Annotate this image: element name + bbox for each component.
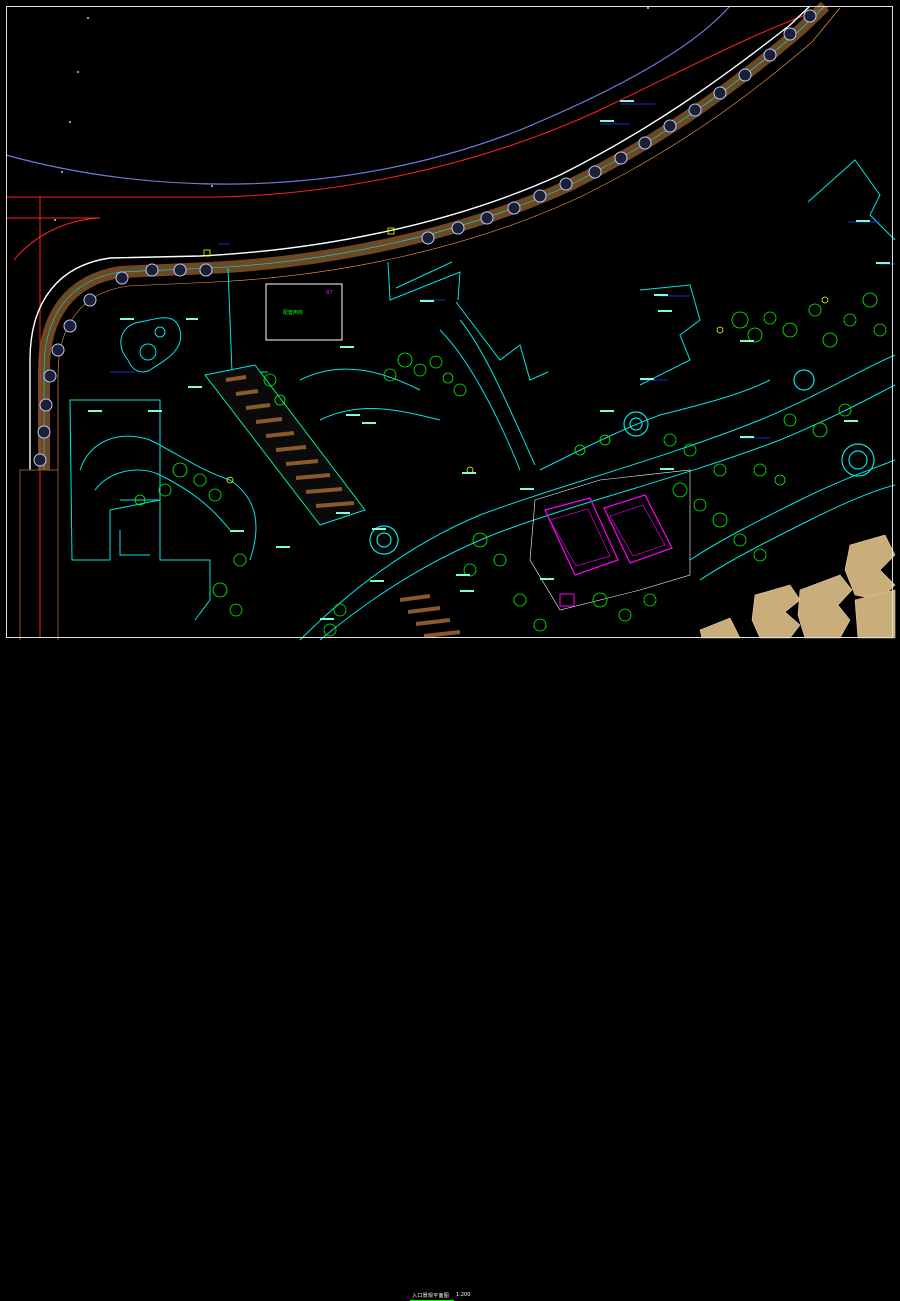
circular-plaza xyxy=(120,317,182,373)
lower-paved-strip xyxy=(399,594,461,638)
small-roundabouts xyxy=(369,369,875,555)
drawing-scale: 1:200 xyxy=(456,1292,471,1298)
cad-viewport[interactable]: 配套用房 B7 xyxy=(0,0,900,666)
sport-courts xyxy=(529,469,691,611)
planting-clusters xyxy=(134,292,887,637)
street-trees xyxy=(33,9,817,467)
annotation-tags xyxy=(88,100,890,620)
building-label: 配套用房 xyxy=(283,309,303,316)
title-block: 入口景观平面图 1:200 xyxy=(0,644,900,1301)
drawing-title: 入口景观平面图 xyxy=(412,1293,450,1299)
building-footprint: 配套用房 B7 xyxy=(265,283,343,341)
outer-road xyxy=(5,5,731,185)
site-plan-drawing: 配套用房 B7 xyxy=(5,1,896,641)
building-tag: B7 xyxy=(326,290,333,296)
diagonal-corridor xyxy=(204,364,366,526)
tree-lined-walkway xyxy=(19,1,841,640)
residential-buildings xyxy=(699,534,896,639)
